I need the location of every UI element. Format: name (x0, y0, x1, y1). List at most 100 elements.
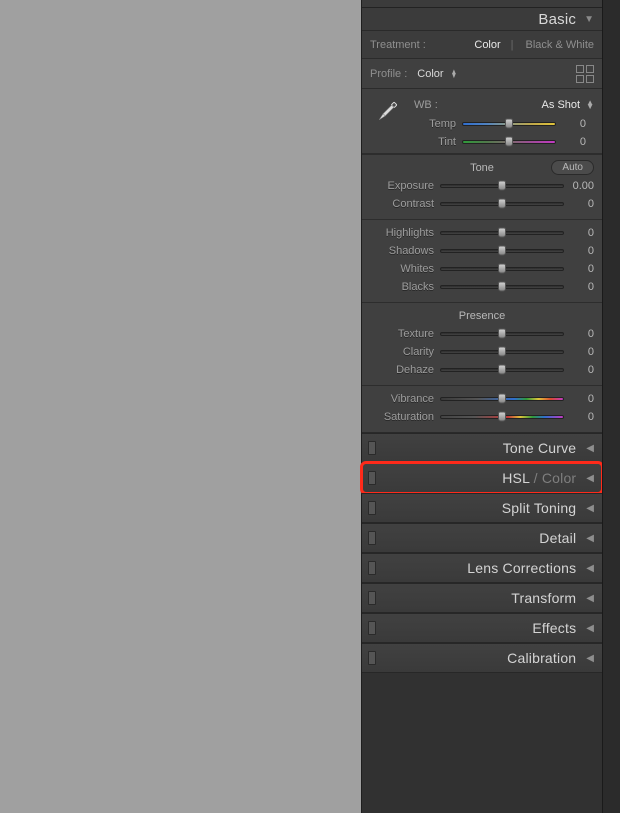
basic-panel-body: Treatment : Color | Black & White Profil… (362, 30, 602, 433)
panel-title: HSL / Color (502, 470, 576, 486)
temp-label: Temp (422, 118, 462, 130)
chevron-left-icon: ◀ (586, 653, 594, 664)
panel-switch-icon[interactable] (368, 531, 376, 545)
temp-value[interactable]: 0 (556, 118, 586, 130)
chevron-left-icon: ◀ (586, 563, 594, 574)
tint-value[interactable]: 0 (556, 136, 586, 148)
texture-value[interactable]: 0 (564, 328, 594, 340)
chevron-updown-icon: ▲▼ (586, 101, 594, 109)
basic-panel-title: Basic (538, 11, 576, 28)
chevron-left-icon: ◀ (586, 503, 594, 514)
contrast-slider[interactable] (440, 198, 564, 210)
canvas-area (0, 0, 361, 813)
panel-title: Transform (511, 590, 576, 606)
profile-browser-icon[interactable] (576, 65, 594, 83)
highlights-value[interactable]: 0 (564, 227, 594, 239)
panel-switch-icon[interactable] (368, 561, 376, 575)
whites-label: Whites (370, 263, 440, 275)
panel-title: Calibration (507, 650, 576, 666)
dehaze-slider[interactable] (440, 364, 564, 376)
saturation-slider[interactable] (440, 411, 564, 423)
exposure-slider[interactable] (440, 180, 564, 192)
panel-title: Tone Curve (503, 440, 577, 456)
panel-tone-curve[interactable]: Tone Curve ◀ (362, 433, 602, 463)
saturation-label: Saturation (370, 411, 440, 423)
panel-transform[interactable]: Transform ◀ (362, 583, 602, 613)
treatment-divider: | (511, 39, 514, 51)
whites-slider[interactable] (440, 263, 564, 275)
treatment-color[interactable]: Color (474, 39, 500, 51)
saturation-value[interactable]: 0 (564, 411, 594, 423)
tone-section: Tone Auto Exposure 0.00 Contrast 0 (362, 154, 602, 219)
clarity-value[interactable]: 0 (564, 346, 594, 358)
tint-slider[interactable] (462, 136, 556, 148)
panel-split-toning[interactable]: Split Toning ◀ (362, 493, 602, 523)
panel-title: Detail (539, 530, 576, 546)
panel-calibration[interactable]: Calibration ◀ (362, 643, 602, 673)
profile-label: Profile : (370, 68, 407, 80)
treatment-label: Treatment : (370, 39, 426, 51)
shadows-value[interactable]: 0 (564, 245, 594, 257)
wb-value: As Shot (542, 99, 581, 111)
chevron-left-icon: ◀ (586, 623, 594, 634)
panel-title: Lens Corrections (467, 560, 576, 576)
panel-detail[interactable]: Detail ◀ (362, 523, 602, 553)
panel-switch-icon[interactable] (368, 651, 376, 665)
panel-switch-icon[interactable] (368, 621, 376, 635)
tone-section-2: Highlights 0 Shadows 0 Whites 0 Blacks (362, 219, 602, 302)
wb-section: WB : As Shot ▲▼ Temp 0 Ti (362, 89, 602, 154)
blacks-label: Blacks (370, 281, 440, 293)
chevron-updown-icon: ▲▼ (450, 70, 456, 78)
wb-label: WB : (414, 99, 438, 111)
chevron-left-icon: ◀ (586, 443, 594, 454)
exposure-value[interactable]: 0.00 (564, 180, 594, 192)
panel-lens-corrections[interactable]: Lens Corrections ◀ (362, 553, 602, 583)
auto-button[interactable]: Auto (551, 160, 594, 175)
profile-value: Color (417, 68, 443, 80)
panel-title: Split Toning (502, 500, 577, 516)
develop-panel-column: Basic ▼ Treatment : Color | Black & Whit… (361, 0, 620, 813)
tint-label: Tint (422, 136, 462, 148)
panel-switch-icon[interactable] (368, 591, 376, 605)
chevron-left-icon: ◀ (586, 473, 594, 484)
panel-scrollbar[interactable] (602, 0, 620, 813)
whites-value[interactable]: 0 (564, 263, 594, 275)
highlights-label: Highlights (370, 227, 440, 239)
basic-panel-header[interactable]: Basic ▼ (362, 8, 602, 30)
contrast-label: Contrast (370, 198, 440, 210)
vibrance-value[interactable]: 0 (564, 393, 594, 405)
chevron-left-icon: ◀ (586, 533, 594, 544)
highlights-slider[interactable] (440, 227, 564, 239)
shadows-slider[interactable] (440, 245, 564, 257)
chevron-down-icon: ▼ (584, 14, 594, 25)
panel-switch-icon[interactable] (368, 471, 376, 485)
profile-row: Profile : Color ▲▼ (362, 59, 602, 89)
dehaze-value[interactable]: 0 (564, 364, 594, 376)
blacks-slider[interactable] (440, 281, 564, 293)
wb-eyedropper-icon[interactable] (370, 95, 404, 129)
panel-effects[interactable]: Effects ◀ (362, 613, 602, 643)
clarity-slider[interactable] (440, 346, 564, 358)
clarity-label: Clarity (370, 346, 440, 358)
vibrance-slider[interactable] (440, 393, 564, 405)
texture-slider[interactable] (440, 328, 564, 340)
panel-top-strip (362, 0, 602, 8)
panel-switch-icon[interactable] (368, 501, 376, 515)
panel-switch-icon[interactable] (368, 441, 376, 455)
tone-title: Tone (470, 162, 494, 174)
presence-section-2: Vibrance 0 Saturation 0 (362, 385, 602, 432)
wb-dropdown[interactable]: As Shot ▲▼ (542, 99, 594, 111)
blacks-value[interactable]: 0 (564, 281, 594, 293)
shadows-label: Shadows (370, 245, 440, 257)
texture-label: Texture (370, 328, 440, 340)
chevron-left-icon: ◀ (586, 593, 594, 604)
panel-hsl-color[interactable]: HSL / Color ◀ (362, 463, 602, 493)
treatment-bw[interactable]: Black & White (526, 39, 594, 51)
presence-title: Presence (459, 310, 505, 322)
panel-title: Effects (532, 620, 576, 636)
temp-slider[interactable] (462, 118, 556, 130)
profile-dropdown[interactable]: Color ▲▼ (417, 68, 457, 80)
treatment-row: Treatment : Color | Black & White (362, 31, 602, 59)
exposure-label: Exposure (370, 180, 440, 192)
contrast-value[interactable]: 0 (564, 198, 594, 210)
